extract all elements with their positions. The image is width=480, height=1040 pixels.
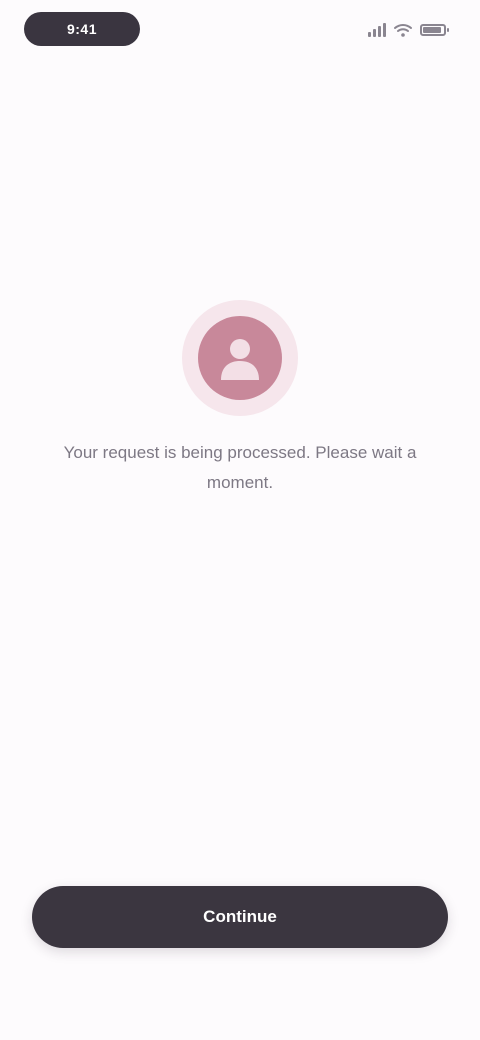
status-icons bbox=[368, 20, 449, 40]
status-message: Your request is being processed. Please … bbox=[63, 443, 417, 492]
signal-icon bbox=[368, 23, 386, 37]
status-bar: 9:41 bbox=[0, 0, 480, 60]
battery-icon bbox=[420, 24, 449, 36]
avatar bbox=[198, 316, 282, 400]
avatar-halo bbox=[182, 300, 298, 416]
battery-level bbox=[423, 27, 441, 33]
continue-button[interactable]: Continue bbox=[32, 886, 448, 948]
battery-cap bbox=[447, 28, 449, 32]
status-time: 9:41 bbox=[24, 12, 140, 46]
user-icon bbox=[221, 339, 259, 380]
wifi-icon bbox=[394, 24, 412, 37]
center-content: Your request is being processed. Please … bbox=[0, 300, 480, 498]
